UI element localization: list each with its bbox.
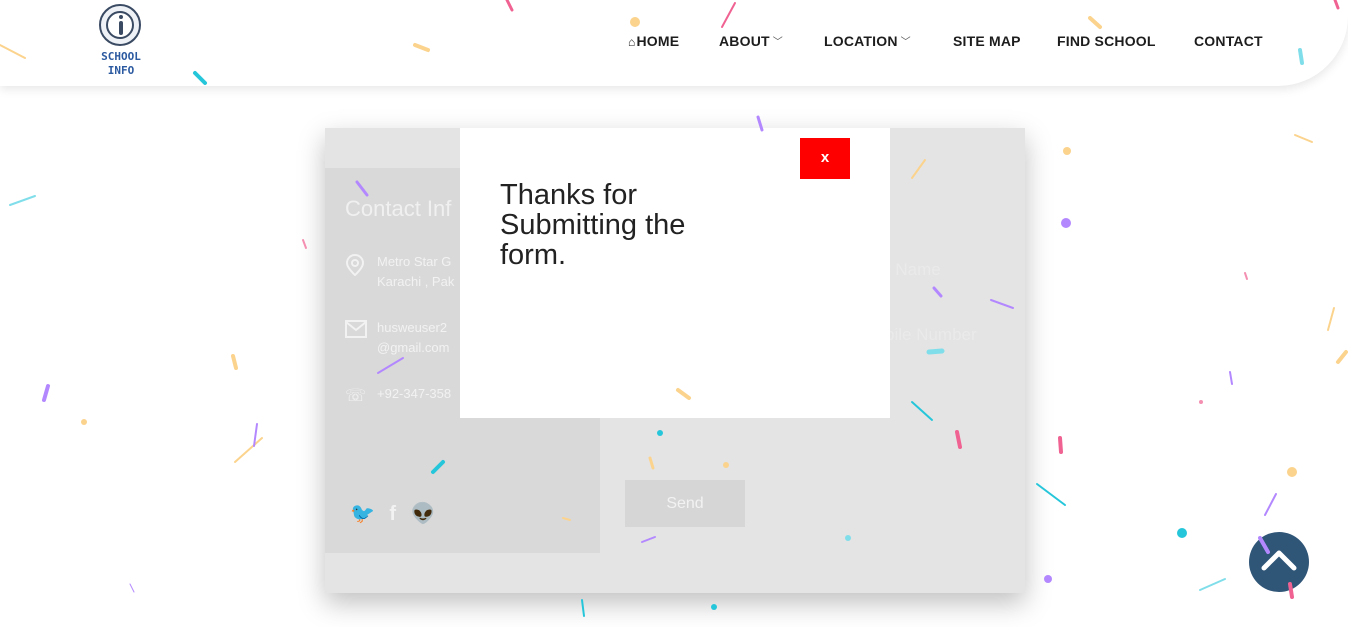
- main-nav: ⌂HOME ABOUT ﹀ LOCATION ﹀ SITE MAP FIND SCH…: [0, 33, 1348, 51]
- nav-label-find-school: FIND SCHOOL: [1057, 33, 1156, 49]
- reddit-icon[interactable]: 👽: [410, 501, 435, 526]
- logo-text-line2: INFO: [107, 64, 135, 77]
- nav-label-site-map: SITE MAP: [953, 33, 1021, 49]
- site-header: SCHOOL INFO ⌂HOME ABOUT ﹀ LOCATION ﹀ SITE …: [0, 0, 1348, 86]
- mail-icon: [345, 320, 367, 342]
- name-field[interactable]: r Name: [885, 260, 941, 280]
- contact-info-title: Contact Inf: [345, 196, 452, 221]
- home-icon: ⌂: [628, 35, 636, 49]
- nav-item-contact[interactable]: CONTACT: [1194, 33, 1263, 49]
- chevron-up-icon: [1261, 550, 1297, 571]
- phone-field[interactable]: bile Number: [885, 325, 977, 345]
- nav-label-contact: CONTACT: [1194, 33, 1263, 49]
- send-button[interactable]: Send: [625, 480, 745, 527]
- location-pin-icon: [345, 253, 367, 277]
- close-button[interactable]: x: [800, 138, 850, 179]
- scroll-to-top-button[interactable]: [1249, 532, 1309, 592]
- nav-label-home: HOME: [636, 33, 680, 49]
- facebook-icon[interactable]: f: [389, 503, 396, 526]
- nav-item-site-map[interactable]: SITE MAP: [953, 33, 1021, 49]
- nav-label-about: ABOUT: [719, 33, 770, 49]
- twitter-icon[interactable]: 🐦: [350, 501, 375, 526]
- social-links: 🐦 f 👽: [350, 501, 445, 526]
- logo-text-line1: SCHOOL: [101, 50, 141, 63]
- nav-item-about[interactable]: ABOUT ﹀: [719, 33, 783, 49]
- success-modal: Thanks for Submitting the form. x: [460, 128, 890, 418]
- chevron-down-icon: ﹀: [900, 37, 911, 48]
- nav-item-location[interactable]: LOCATION ﹀: [824, 33, 911, 49]
- phone-icon: ☏: [345, 386, 367, 405]
- nav-item-find-school[interactable]: FIND SCHOOL: [1057, 33, 1156, 49]
- nav-label-location: LOCATION: [824, 33, 898, 49]
- chevron-down-icon: ﹀: [772, 37, 783, 48]
- modal-message: Thanks for Submitting the form.: [500, 179, 686, 271]
- nav-item-home[interactable]: ⌂HOME: [628, 33, 679, 49]
